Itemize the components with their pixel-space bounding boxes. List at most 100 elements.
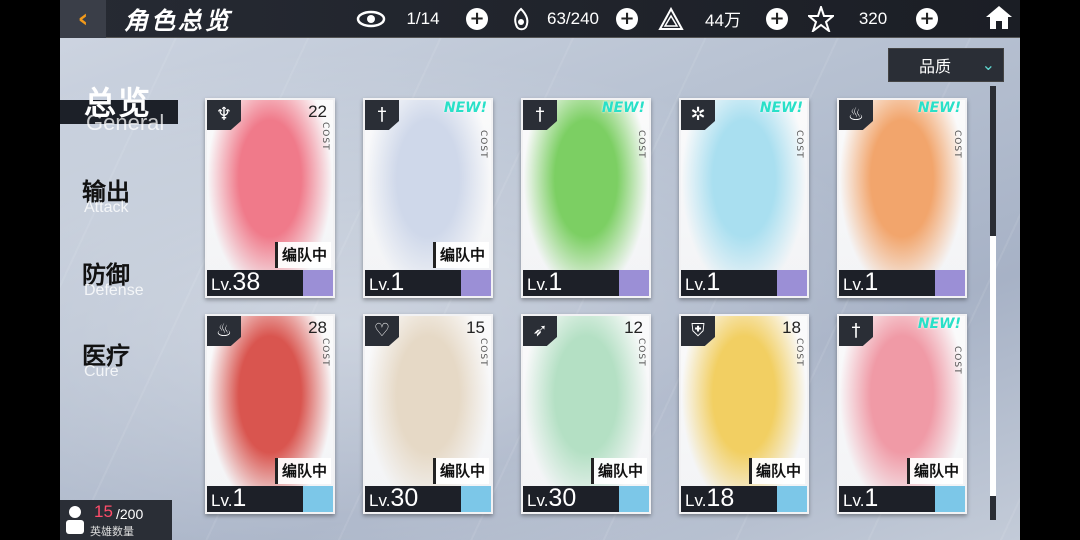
character-card[interactable]: † COST NEW! 编队中 Lv. 1 [837, 314, 967, 514]
resource-crystal: 320 + [804, 0, 954, 38]
page-title: 角色总览 [124, 7, 232, 35]
cost-label: COST [636, 130, 646, 159]
new-badge: NEW! [601, 100, 645, 116]
in-team-tag: 编队中 [274, 242, 331, 268]
sort-label: 品质 [919, 57, 952, 76]
in-team-tag: 编队中 [432, 242, 489, 268]
level-value: 1 [864, 484, 879, 512]
resource-value: 320 [858, 8, 888, 28]
resource-gold: 44万 + [654, 0, 804, 38]
cost-value: 22 [308, 102, 327, 121]
new-badge: NEW! [443, 100, 487, 116]
character-card[interactable]: ♆ 22 COST 编队中 Lv. 38 [205, 98, 335, 298]
level-bar: Lv. 30 [523, 486, 649, 512]
cost-label: COST [478, 130, 488, 159]
cost-label: COST [478, 338, 488, 367]
sidebar-item-cure[interactable]: 医疗 Cure [82, 336, 130, 381]
sidebar-item-label-en: Attack [84, 199, 129, 216]
level-prefix: Lv. [843, 275, 865, 294]
in-team-tag: 编队中 [432, 458, 489, 484]
level-value: 1 [548, 268, 563, 296]
level-value: 30 [390, 484, 419, 512]
level-value: 1 [864, 268, 879, 296]
cost-value: 12 [624, 318, 643, 337]
home-icon[interactable] [984, 4, 1014, 34]
in-team-tag: 编队中 [274, 458, 331, 484]
level-bar: Lv. 18 [681, 486, 807, 512]
sidebar-item-attack[interactable]: 输出 Attack [82, 172, 130, 217]
level-prefix: Lv. [369, 491, 391, 510]
cost-label: COST [320, 122, 330, 151]
level-prefix: Lv. [211, 491, 233, 510]
hero-count-max: /200 [116, 506, 144, 522]
level-prefix: Lv. [685, 275, 707, 294]
scrollbar[interactable] [990, 86, 996, 520]
level-prefix: Lv. [211, 275, 233, 294]
sort-dropdown[interactable]: 品质 ⌄ [888, 48, 1004, 82]
level-prefix: Lv. [843, 491, 865, 510]
cost-label: COST [320, 338, 330, 367]
gold-icon [654, 4, 688, 34]
hero-count-panel: 15 /200 英雄数量 [60, 500, 172, 540]
hero-count-current: 15 [94, 502, 113, 521]
level-prefix: Lv. [527, 491, 549, 510]
character-card[interactable]: ♡ 15 COST 编队中 Lv. 30 [363, 314, 493, 514]
cost-label: COST [794, 338, 804, 367]
level-value: 30 [548, 484, 577, 512]
level-bar: Lv. 1 [839, 270, 965, 296]
person-icon [66, 506, 84, 534]
character-card[interactable]: ♨ COST NEW! Lv. 1 [837, 98, 967, 298]
character-card[interactable]: ♨ 28 COST 编队中 Lv. 1 [205, 314, 335, 514]
character-card[interactable]: ⛨ 18 COST 编队中 Lv. 18 [679, 314, 809, 514]
character-card[interactable]: † COST NEW! 编队中 Lv. 1 [363, 98, 493, 298]
cost-value: 18 [782, 318, 801, 337]
resource-visits: 1/14 + [354, 0, 504, 38]
level-prefix: Lv. [685, 491, 707, 510]
sidebar-item-label-en: Defense [84, 282, 144, 299]
level-value: 1 [706, 268, 721, 296]
cost-value: 28 [308, 318, 327, 337]
sidebar-item-defense[interactable]: 防御 Defense [82, 255, 144, 300]
star-crystal-icon [804, 4, 838, 34]
resource-value: 44万 [705, 11, 741, 30]
new-badge: NEW! [759, 100, 803, 116]
level-bar: Lv. 38 [207, 270, 333, 296]
level-value: 18 [706, 484, 735, 512]
resource-value: 63/240 [547, 8, 599, 28]
cost-label: COST [794, 130, 804, 159]
demon-icon: ♆ [207, 100, 241, 130]
character-card[interactable]: † COST NEW! Lv. 1 [521, 98, 651, 298]
add-gold-button[interactable]: + [766, 7, 788, 30]
add-visits-button[interactable]: + [466, 7, 488, 30]
sword-icon: † [365, 100, 399, 130]
level-bar: Lv. 1 [365, 270, 491, 296]
scroll-thumb[interactable] [990, 236, 996, 496]
resource-stamina: 63/240 + [504, 0, 654, 38]
level-prefix: Lv. [369, 275, 391, 294]
in-team-tag: 编队中 [906, 458, 963, 484]
chevron-down-icon: ⌄ [981, 55, 995, 74]
level-prefix: Lv. [527, 275, 549, 294]
character-overview-screen: ‹ 角色总览 1/14 + 63/240 + 44万 + 320 + 总览 Ge… [60, 0, 1020, 540]
add-crystal-button[interactable]: + [916, 7, 938, 30]
back-arrow-icon: ‹ [77, 3, 89, 34]
stamina-icon [504, 4, 538, 34]
level-value: 38 [232, 268, 261, 296]
eye-icon [354, 4, 388, 34]
character-card[interactable]: ✲ COST NEW! Lv. 1 [679, 98, 809, 298]
new-badge: NEW! [917, 100, 961, 116]
new-badge: NEW! [917, 316, 961, 332]
heart-icon: ♡ [365, 316, 399, 346]
add-stamina-button[interactable]: + [616, 7, 638, 30]
level-bar: Lv. 30 [365, 486, 491, 512]
in-team-tag: 编队中 [590, 458, 647, 484]
cost-label: COST [952, 130, 962, 159]
level-bar: Lv. 1 [681, 270, 807, 296]
category-title-en: General [86, 110, 165, 135]
back-button[interactable]: ‹ [60, 0, 106, 38]
cost-label: COST [952, 346, 962, 375]
character-card[interactable]: ➶ 12 COST 编队中 Lv. 30 [521, 314, 651, 514]
flame-icon: ♨ [207, 316, 241, 346]
cost-label: COST [636, 338, 646, 367]
top-bar: ‹ 角色总览 1/14 + 63/240 + 44万 + 320 + [60, 0, 1020, 38]
